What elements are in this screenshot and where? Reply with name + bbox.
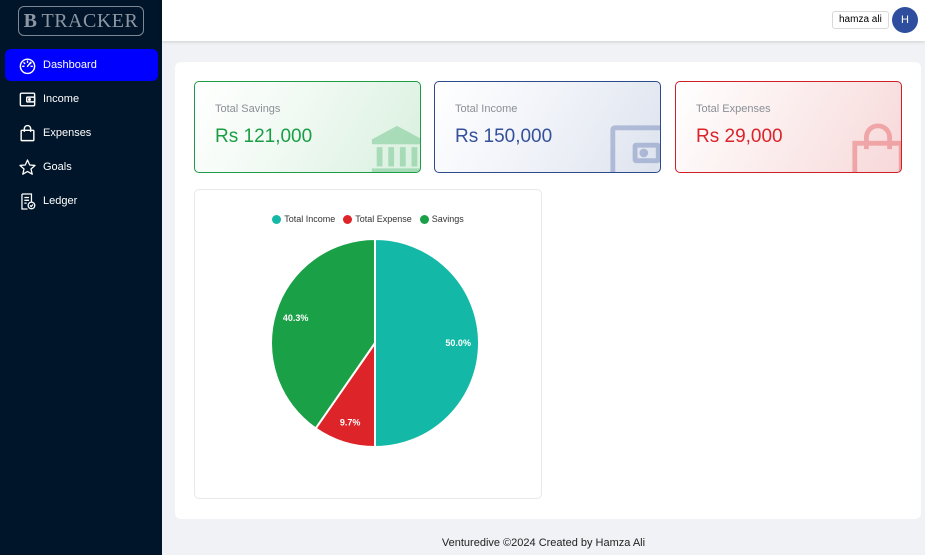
- sidebar-menu: Dashboard Income Expenses Goals Ledger: [0, 49, 162, 217]
- bank-icon: [371, 125, 420, 172]
- logo-letter: B: [23, 10, 38, 32]
- main-content: Total Savings Rs 121,000 Total Income Rs…: [175, 62, 921, 519]
- card-label: Total Income: [455, 103, 518, 115]
- card-label: Total Savings: [215, 103, 281, 115]
- sidebar-item-label: Goals: [43, 161, 72, 173]
- card-value: Rs 121,000: [215, 126, 313, 147]
- shopping-bag-icon: [17, 123, 37, 143]
- pie-chart: 50.0% 9.7% 40.3%: [270, 237, 480, 449]
- card-value: Rs 29,000: [696, 126, 783, 147]
- total-expenses-card: Total Expenses Rs 29,000: [675, 81, 902, 173]
- sidebar: B TRACKER Dashboard Income Expenses Goal…: [0, 0, 162, 555]
- sidebar-item-dashboard[interactable]: Dashboard: [5, 49, 158, 81]
- pie-chart-card: Total Income Total Expense Savings 50.0%…: [194, 189, 542, 499]
- user-name-button[interactable]: hamza ali: [832, 11, 889, 29]
- pie-slice-label: 40.3%: [283, 313, 309, 323]
- sidebar-item-ledger[interactable]: Ledger: [5, 185, 158, 217]
- dashboard-icon: [17, 55, 37, 75]
- wallet-icon: [17, 89, 37, 109]
- sidebar-item-label: Expenses: [43, 127, 92, 139]
- pie-slice-label: 9.7%: [340, 417, 361, 427]
- wallet-icon: [610, 125, 660, 172]
- sidebar-item-expenses[interactable]: Expenses: [5, 117, 158, 149]
- sidebar-item-label: Income: [43, 93, 80, 105]
- footer-text: Venturedive ©2024 Created by Hamza Ali: [441, 537, 646, 549]
- top-header: hamza ali H: [162, 0, 925, 41]
- card-label: Total Expenses: [696, 103, 771, 115]
- app-logo[interactable]: B TRACKER: [17, 6, 145, 36]
- star-icon: [17, 157, 37, 177]
- total-savings-card: Total Savings Rs 121,000: [194, 81, 421, 173]
- sidebar-item-label: Dashboard: [43, 59, 97, 71]
- pie-slice-label: 50.0%: [445, 338, 471, 348]
- ledger-icon: [17, 191, 37, 211]
- sidebar-item-income[interactable]: Income: [5, 83, 158, 115]
- logo-area: B TRACKER: [0, 0, 162, 42]
- sidebar-item-label: Ledger: [43, 195, 78, 207]
- card-value: Rs 150,000: [455, 126, 553, 147]
- logo-text: TRACKER: [41, 10, 139, 32]
- sidebar-item-goals[interactable]: Goals: [5, 151, 158, 183]
- avatar[interactable]: H: [892, 7, 918, 33]
- shopping-bag-icon: [852, 123, 901, 172]
- total-income-card: Total Income Rs 150,000: [434, 81, 661, 173]
